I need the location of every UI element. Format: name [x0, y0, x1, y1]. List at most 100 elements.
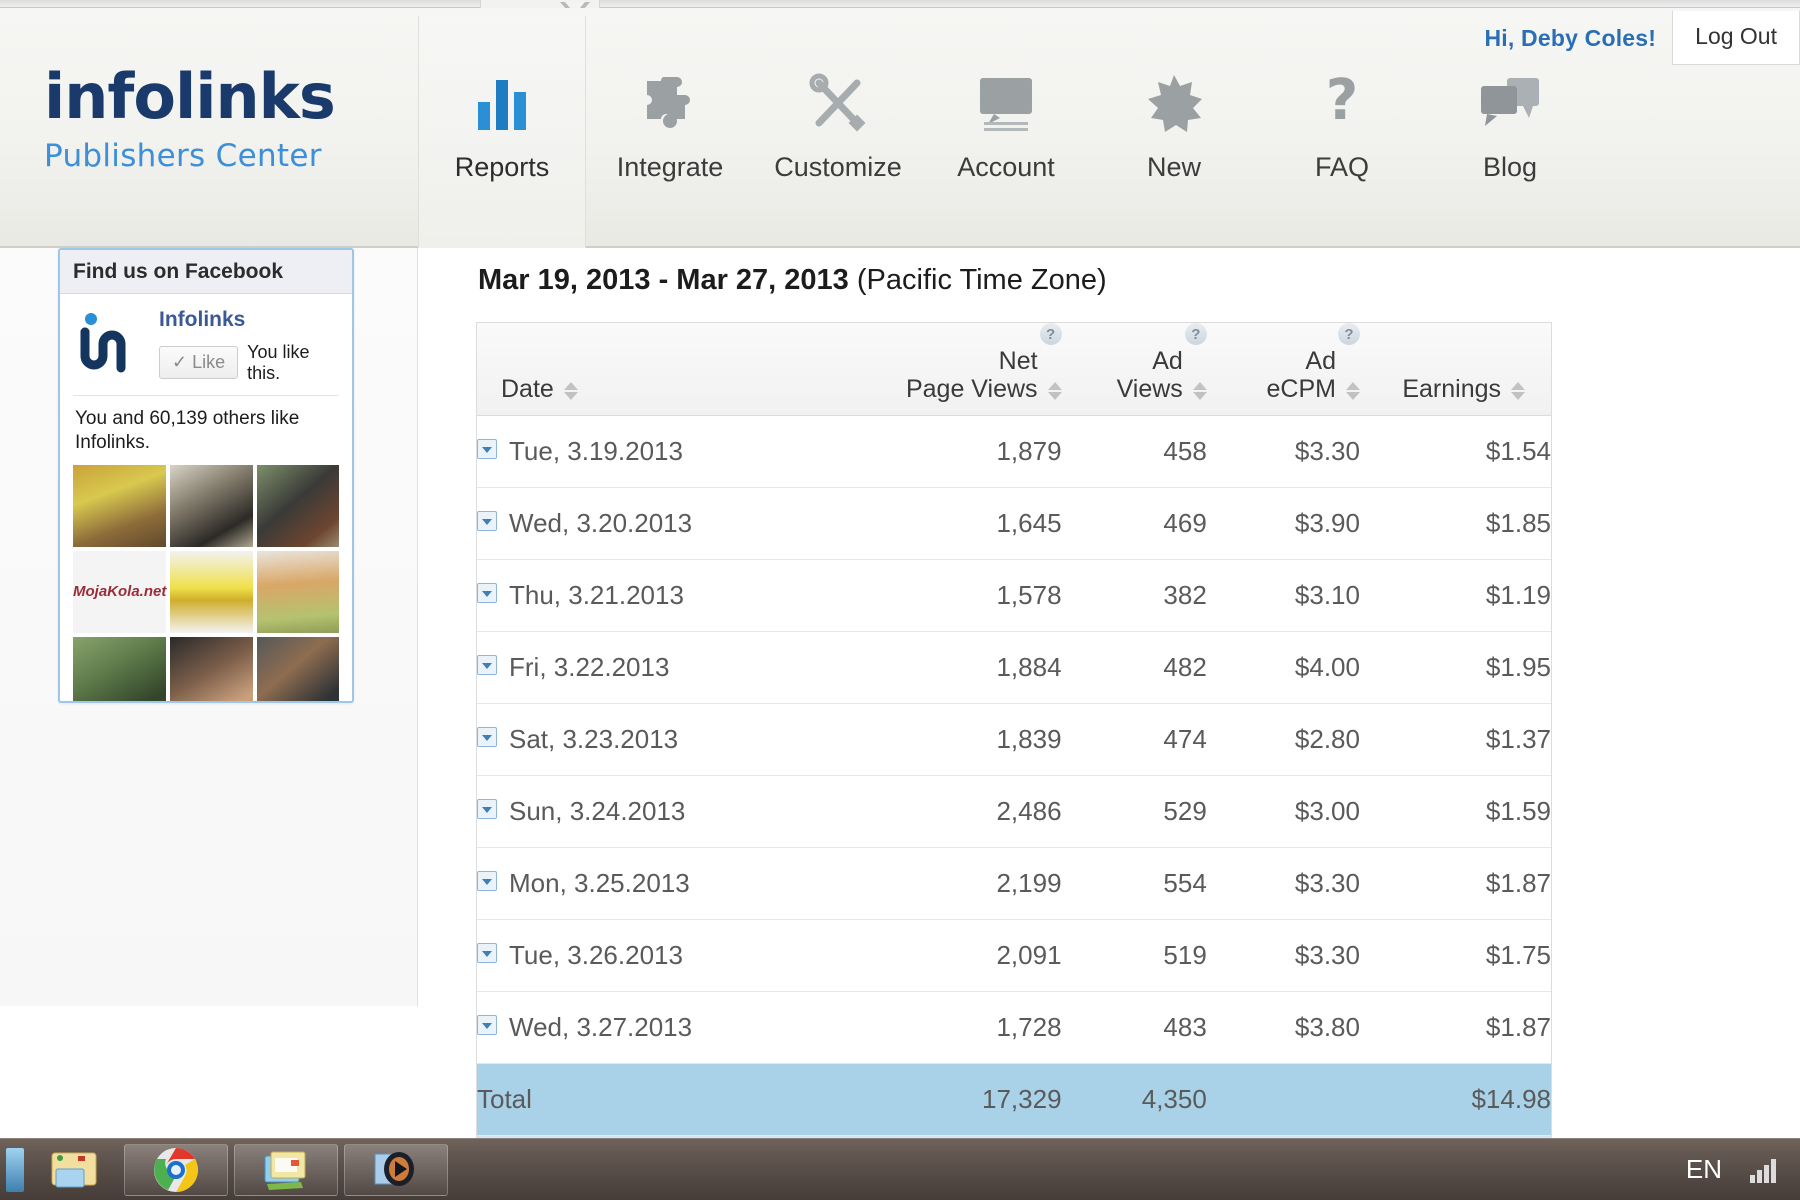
cell-earnings: $1.59: [1359, 775, 1551, 848]
facebook-like-button[interactable]: ✓ Like: [159, 346, 239, 380]
cell-date: Mon, 3.25.2013: [477, 847, 868, 920]
cell-earnings: $1.19: [1359, 559, 1551, 632]
cell-earnings: $1.87: [1359, 991, 1551, 1064]
cell-ad-ecpm: [1206, 1063, 1360, 1136]
cell-date: Sun, 3.24.2013: [477, 775, 868, 848]
taskbar-button-folder-explorer[interactable]: [30, 1144, 118, 1196]
help-icon-net-page-views[interactable]: ?: [1039, 323, 1062, 345]
cell-net-page-views: 17,329: [867, 1063, 1062, 1136]
expand-row-icon[interactable]: [477, 655, 497, 675]
column-header-net-page-views[interactable]: ? Net Page Views: [867, 323, 1062, 416]
expand-row-icon[interactable]: [477, 439, 497, 459]
cell-date: Tue, 3.19.2013: [477, 415, 868, 488]
column-header-ad-ecpm[interactable]: ? Ad eCPM: [1206, 323, 1360, 416]
nav-label-integrate: Integrate: [616, 152, 724, 182]
facebook-thumbnail[interactable]: [73, 464, 167, 547]
table-row: Thu, 3.21.2013 1,578 382 $3.10 $1.19: [477, 559, 1551, 632]
cell-ad-views: 529: [1061, 775, 1207, 848]
table-row: Wed, 3.27.2013 1,728 483 $3.80 $1.87: [477, 991, 1551, 1064]
table-row: Sat, 3.23.2013 1,839 474 $2.80 $1.37: [477, 703, 1551, 776]
help-icon-ad-views[interactable]: ?: [1184, 323, 1207, 345]
expand-row-icon[interactable]: [477, 943, 497, 963]
sort-arrows-date[interactable]: [563, 381, 578, 401]
cell-date: Wed, 3.20.2013: [477, 487, 868, 560]
expand-row-icon[interactable]: [477, 511, 497, 531]
cell-ad-views: 474: [1061, 703, 1207, 776]
main-navigation: Reports Integrate Customize Account New …: [418, 16, 1594, 248]
main-content: Mar 19, 2013 - Mar 27, 2013 (Pacific Tim…: [418, 248, 1800, 1200]
cell-ad-ecpm: $2.80: [1206, 703, 1360, 776]
report-header-row: Date ? Net Page Views ? Ad Views ? Ad eC…: [477, 323, 1551, 416]
expand-row-icon[interactable]: [477, 583, 497, 603]
taskbar-button-photo-gallery[interactable]: [234, 1143, 338, 1196]
sort-arrows-earnings[interactable]: [1511, 381, 1525, 401]
nav-item-integrate[interactable]: Integrate: [586, 16, 754, 248]
nav-item-blog[interactable]: Blog: [1426, 16, 1594, 248]
facebook-thumbnail[interactable]: [256, 636, 339, 701]
facebook-like-status: You like this.: [247, 342, 310, 383]
cell-net-page-views: 1,645: [867, 487, 1062, 560]
expand-row-icon[interactable]: [477, 871, 497, 891]
column-label-ad-ecpm: Ad eCPM: [1266, 347, 1336, 403]
check-icon: ✓: [172, 352, 188, 373]
column-header-earnings[interactable]: Earnings: [1359, 323, 1551, 416]
svg-text:?: ?: [1326, 73, 1358, 133]
facebook-thumbnail[interactable]: [170, 464, 253, 547]
sort-arrows-net-page-views[interactable]: [1047, 381, 1062, 401]
speech-bubbles-icon: [1477, 72, 1543, 134]
start-orb-icon[interactable]: [6, 1147, 24, 1192]
total-row: Total 17,329 4,350 $14.98: [477, 1063, 1551, 1136]
expand-row-icon[interactable]: [477, 727, 497, 747]
facebook-thumbnail[interactable]: [73, 636, 167, 701]
taskbar-button-chrome[interactable]: [124, 1143, 228, 1196]
facebook-thumbnail[interactable]: MojaKola.net: [73, 550, 167, 633]
page-root: Hi, Deby Coles! Log Out infolinks Publis…: [0, 0, 1800, 1200]
facebook-thumbnail[interactable]: [256, 464, 339, 547]
tools-icon: [807, 72, 869, 134]
infolinks-logo[interactable]: infolinks Publishers Center: [44, 66, 336, 175]
taskbar-button-media-player[interactable]: [344, 1143, 448, 1196]
puzzle-piece-icon: [639, 72, 701, 134]
nav-item-new[interactable]: New: [1090, 16, 1258, 248]
nav-item-account[interactable]: Account: [922, 16, 1090, 248]
facebook-thumbnail[interactable]: [256, 550, 339, 633]
nav-label-account: Account: [957, 152, 1055, 182]
cell-date: Wed, 3.27.2013: [477, 991, 868, 1064]
report-timezone: (Pacific Time Zone): [856, 264, 1107, 296]
column-header-ad-views[interactable]: ? Ad Views: [1061, 323, 1207, 416]
nav-item-reports[interactable]: Reports: [418, 16, 586, 248]
help-icon-ad-ecpm[interactable]: ?: [1337, 323, 1360, 345]
facebook-page-info: Infolinks ✓ Like You like this.: [149, 306, 330, 383]
starburst-icon: [1143, 72, 1205, 134]
tray-language-indicator[interactable]: EN: [1686, 1154, 1722, 1185]
cell-date-label: Sat, 3.23.2013: [509, 724, 679, 754]
cell-date: Sat, 3.23.2013: [477, 703, 868, 776]
sort-arrows-ad-ecpm[interactable]: [1345, 381, 1360, 401]
nav-item-faq[interactable]: ? FAQ: [1258, 16, 1426, 248]
facebook-thumbnail[interactable]: [170, 550, 253, 633]
table-row: Fri, 3.22.2013 1,884 482 $4.00 $1.95: [477, 631, 1551, 704]
cell-earnings: $1.54: [1359, 415, 1551, 488]
cell-ad-ecpm: $3.90: [1206, 487, 1360, 560]
cell-date-label: Fri, 3.22.2013: [509, 652, 670, 682]
table-row: Tue, 3.19.2013 1,879 458 $3.30 $1.54: [477, 415, 1551, 488]
facebook-widget: Find us on Facebook Infolinks ✓ Like You…: [58, 248, 354, 703]
expand-row-icon[interactable]: [477, 799, 497, 819]
cell-earnings: $1.75: [1359, 919, 1551, 992]
table-row: Mon, 3.25.2013 2,199 554 $3.30 $1.87: [477, 847, 1551, 920]
cell-ad-views: 458: [1061, 415, 1207, 488]
site-header: Hi, Deby Coles! Log Out infolinks Publis…: [0, 8, 1800, 248]
tray-network-icon[interactable]: [1748, 1155, 1778, 1185]
logout-button[interactable]: Log Out: [1672, 11, 1800, 65]
question-mark-icon: ?: [1317, 72, 1367, 134]
column-header-date[interactable]: Date: [477, 323, 868, 416]
facebook-thumbnail[interactable]: [170, 636, 253, 701]
expand-row-icon[interactable]: [477, 1015, 497, 1035]
sort-arrows-ad-views[interactable]: [1192, 381, 1207, 401]
windows-taskbar: EN: [0, 1138, 1800, 1200]
chrome-icon: [154, 1147, 198, 1192]
nav-item-customize[interactable]: Customize: [754, 16, 922, 248]
sidebar: Find us on Facebook Infolinks ✓ Like You…: [0, 248, 418, 1006]
cell-date-label: Tue, 3.19.2013: [509, 436, 683, 466]
facebook-page-name[interactable]: Infolinks: [159, 308, 330, 332]
